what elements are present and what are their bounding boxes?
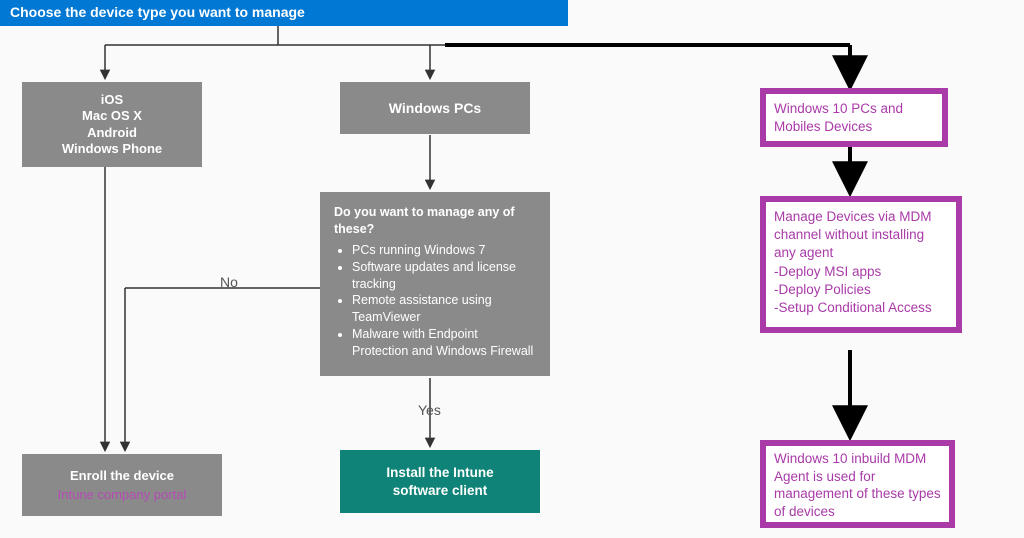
install-line1: Install the Intune bbox=[346, 464, 534, 482]
mdm-line-4: -Setup Conditional Access bbox=[774, 299, 948, 317]
enroll-title: Enroll the device bbox=[28, 468, 216, 483]
root-header-text: Choose the device type you want to manag… bbox=[10, 4, 305, 20]
device-winphone: Windows Phone bbox=[28, 141, 196, 157]
decision-item-4: Malware with Endpoint Protection and Win… bbox=[352, 326, 536, 360]
device-ios: iOS bbox=[28, 92, 196, 108]
root-header: Choose the device type you want to manag… bbox=[0, 0, 568, 26]
enroll-subtitle: Intune company portal bbox=[28, 487, 216, 502]
win10-note-text: Windows 10 inbuild MDM Agent is used for… bbox=[774, 451, 941, 519]
mdm-line-2: -Deploy MSI apps bbox=[774, 263, 948, 281]
node-win10-devices: Windows 10 PCs and Mobiles Devices bbox=[760, 88, 948, 147]
device-mac: Mac OS X bbox=[28, 108, 196, 124]
node-enroll-device: Enroll the device Intune company portal bbox=[22, 454, 222, 516]
node-win10-note: Windows 10 inbuild MDM Agent is used for… bbox=[760, 440, 955, 528]
decision-item-1: PCs running Windows 7 bbox=[352, 242, 536, 259]
install-line2: software client bbox=[346, 482, 534, 500]
decision-question: Do you want to manage any of these? bbox=[334, 204, 536, 238]
mdm-line-3: -Deploy Policies bbox=[774, 281, 948, 299]
edge-yes: Yes bbox=[418, 402, 441, 418]
node-windows-pcs: Windows PCs bbox=[340, 82, 530, 134]
mdm-line-1: Manage Devices via MDM channel without i… bbox=[774, 208, 948, 263]
windows-pcs-label: Windows PCs bbox=[389, 100, 481, 116]
device-android: Android bbox=[28, 125, 196, 141]
edge-no: No bbox=[220, 274, 238, 290]
node-install-intune: Install the Intune software client bbox=[340, 450, 540, 513]
node-decision: Do you want to manage any of these? PCs … bbox=[320, 192, 550, 376]
node-mdm-channel: Manage Devices via MDM channel without i… bbox=[760, 196, 962, 333]
node-mobile-devices: iOS Mac OS X Android Windows Phone bbox=[22, 82, 202, 167]
decision-item-2: Software updates and license tracking bbox=[352, 259, 536, 293]
win10-label: Windows 10 PCs and Mobiles Devices bbox=[774, 101, 903, 134]
decision-item-3: Remote assistance using TeamViewer bbox=[352, 292, 536, 326]
